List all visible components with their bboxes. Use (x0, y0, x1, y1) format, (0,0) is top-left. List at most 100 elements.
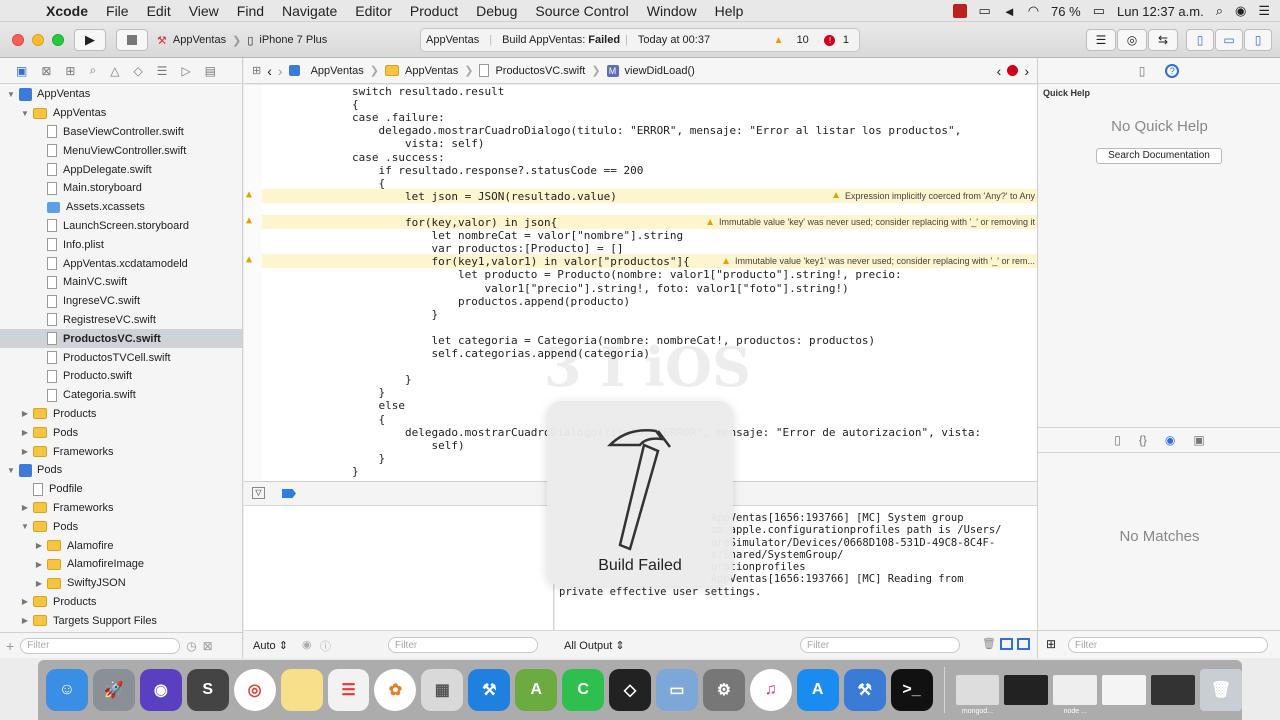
code-line[interactable]: valor1["precio"].string!, foto: valor1["… (352, 282, 848, 295)
tree-row-ingresevc-swift[interactable]: IngreseVC.swift (0, 292, 242, 311)
close-window-button[interactable] (12, 34, 24, 46)
code-line[interactable]: let nombreCat = valor["nombre"].string (352, 229, 683, 242)
code-line[interactable]: if resultado.response?.statusCode == 200 (352, 164, 643, 177)
siri-icon[interactable]: ◉ (1235, 3, 1246, 19)
disclosure-triangle-icon[interactable]: ▶ (34, 541, 44, 550)
tree-row-mainvc-swift[interactable]: MainVC.swift (0, 273, 242, 292)
menu-debug[interactable]: Debug (467, 3, 526, 19)
grid-view-icon[interactable]: ⊞ (1046, 637, 1056, 651)
forward-icon[interactable]: › (278, 63, 283, 79)
error-indicator[interactable]: ! 1 (819, 34, 859, 46)
menu-product[interactable]: Product (401, 3, 467, 19)
find-navigator-icon[interactable]: ⌕ (89, 63, 96, 78)
split-right-icon[interactable] (1017, 638, 1030, 650)
wifi-icon[interactable]: ◠ (1028, 3, 1039, 19)
instruments-icon[interactable]: ⚒ (843, 669, 886, 711)
jump-crumb-method[interactable]: viewDidLoad() (625, 65, 695, 77)
library-filter-input[interactable]: Filter (1068, 637, 1268, 653)
code-line[interactable]: let producto = Producto(nombre: valor1["… (352, 268, 902, 281)
inline-warning[interactable]: ▲ Immutable value 'key' was never used; c… (701, 215, 1035, 229)
trash-icon[interactable]: 🗑 (982, 637, 996, 650)
tree-row-pods[interactable]: ▶ Pods (0, 423, 242, 442)
document-window-thumbnail[interactable] (1102, 675, 1147, 705)
menu-app-name[interactable]: Xcode (42, 3, 97, 19)
notes-icon[interactable] (280, 669, 323, 711)
tree-row-appventas[interactable]: ▼ AppVentas (0, 104, 242, 123)
object-library-icon[interactable]: ◉ (1165, 433, 1175, 447)
auto-scope-popup[interactable]: Auto ⇕ (253, 639, 288, 652)
code-line[interactable]: delegado.mostrarCuadroDialogo(titulo: "E… (352, 124, 961, 137)
tree-row-appventas[interactable]: ▼ AppVentas (0, 85, 242, 104)
print-description-icon[interactable]: ⓘ (320, 638, 331, 654)
code-line[interactable]: } (352, 386, 385, 399)
itunes-icon[interactable]: ♫ (749, 669, 792, 711)
code-line[interactable]: for(key1,valor1) in valor["productos"]{ (352, 255, 689, 268)
split-left-icon[interactable] (1000, 638, 1013, 650)
file-template-library-icon[interactable]: ▯ (1114, 433, 1121, 447)
gutter-warning-icon[interactable]: ▲ (246, 254, 252, 265)
tree-row-alamofireimage[interactable]: ▶ AlamofireImage (0, 555, 242, 574)
code-line[interactable]: vista: self) (352, 137, 484, 150)
disclosure-triangle-icon[interactable]: ▼ (6, 90, 16, 99)
inline-warning[interactable]: ▲ Immutable value 'key1' was never used; … (717, 254, 1035, 269)
app-store-icon[interactable]: A (796, 669, 839, 711)
next-issue-icon[interactable]: › (1024, 63, 1037, 79)
tree-row-pods[interactable]: ▼ Pods (0, 517, 242, 536)
output-popup[interactable]: All Output ⇕ (564, 639, 625, 652)
code-line[interactable]: { (352, 413, 385, 426)
variables-view[interactable] (244, 506, 554, 630)
code-snippet-library-icon[interactable]: {} (1139, 433, 1147, 447)
menu-navigate[interactable]: Navigate (273, 3, 346, 19)
quick-help-icon[interactable]: ? (1165, 63, 1180, 78)
menu-editor[interactable]: Editor (346, 3, 401, 19)
project-navigator-icon[interactable]: ▣ (16, 64, 27, 78)
toggle-debug-area-button[interactable]: ▭ (1215, 29, 1243, 51)
tree-row-menuviewcontroller-swift[interactable]: MenuViewController.swift (0, 141, 242, 160)
jump-crumb-file[interactable]: ProductosVC.swift (495, 65, 585, 77)
xcode-icon[interactable]: ⚒ (468, 669, 511, 711)
code-line[interactable]: { (352, 177, 385, 190)
console-window-thumbnail[interactable] (1151, 675, 1196, 705)
tree-row-alamofire[interactable]: ▶ Alamofire (0, 536, 242, 555)
activity-viewer[interactable]: AppVentas | Build AppVentas: Failed | To… (420, 28, 860, 52)
file-inspector-icon[interactable]: ▯ (1139, 64, 1146, 78)
disclosure-triangle-icon[interactable]: ▶ (20, 428, 30, 437)
tree-row-productosvc-swift[interactable]: ProductosVC.swift (0, 329, 242, 349)
jump-crumb-group[interactable]: AppVentas (405, 65, 458, 77)
system-preferences-icon[interactable]: ⚙ (702, 669, 745, 711)
navigator-filter-input[interactable]: Filter (20, 637, 181, 654)
previous-issue-icon[interactable]: ‹ (997, 63, 1002, 79)
launchpad-icon[interactable]: 🚀 (92, 669, 135, 711)
android-studio-icon[interactable]: A (515, 669, 558, 711)
photos-icon[interactable]: ✿ (374, 669, 417, 711)
gutter-warning-icon[interactable]: ▲ (246, 189, 252, 200)
tree-row-products[interactable]: ▶ Products (0, 593, 242, 612)
keynote-icon[interactable]: ▭ (655, 669, 698, 711)
code-line[interactable]: self) (352, 439, 464, 452)
assistant-editor-button[interactable]: ◎ (1117, 29, 1147, 51)
menu-edit[interactable]: Edit (138, 3, 180, 19)
disclosure-triangle-icon[interactable]: ▶ (20, 616, 30, 625)
tree-row-frameworks[interactable]: ▶ Frameworks (0, 442, 242, 461)
tree-row-main-storyboard[interactable]: Main.storyboard (0, 179, 242, 198)
tree-row-pods[interactable]: ▼ Pods (0, 461, 242, 480)
tree-row-categoria-swift[interactable]: Categoria.swift (0, 386, 242, 405)
recording-icon[interactable] (952, 4, 967, 18)
code-line[interactable]: } (352, 373, 412, 386)
code-line[interactable]: let json = JSON(resultado.value) (352, 190, 617, 203)
menu-file[interactable]: File (97, 3, 138, 19)
add-icon[interactable]: + (6, 638, 14, 654)
spotlight-icon[interactable]: ⌕ (1216, 3, 1223, 19)
media-library-icon[interactable]: ▣ (1193, 433, 1204, 447)
toggle-utilities-button[interactable]: ▯ (1244, 29, 1272, 51)
tree-row-targets-support-files[interactable]: ▶ Targets Support Files (0, 611, 242, 630)
trash-dock-icon[interactable]: 🗑 (1200, 669, 1243, 711)
tree-row-baseviewcontroller-swift[interactable]: BaseViewController.swift (0, 123, 242, 142)
code-line[interactable]: productos.append(producto) (352, 295, 630, 308)
breakpoint-navigator-icon[interactable]: ▷ (181, 64, 190, 78)
variables-filter-input[interactable]: Filter (388, 637, 538, 653)
scheme-selector[interactable]: ⚒ AppVentas ❯ ▯ iPhone 7 Plus (157, 29, 337, 51)
disclosure-triangle-icon[interactable]: ▶ (34, 579, 44, 588)
issue-navigator-icon[interactable]: △ (110, 64, 119, 78)
tree-row-frameworks[interactable]: ▶ Frameworks (0, 499, 242, 518)
